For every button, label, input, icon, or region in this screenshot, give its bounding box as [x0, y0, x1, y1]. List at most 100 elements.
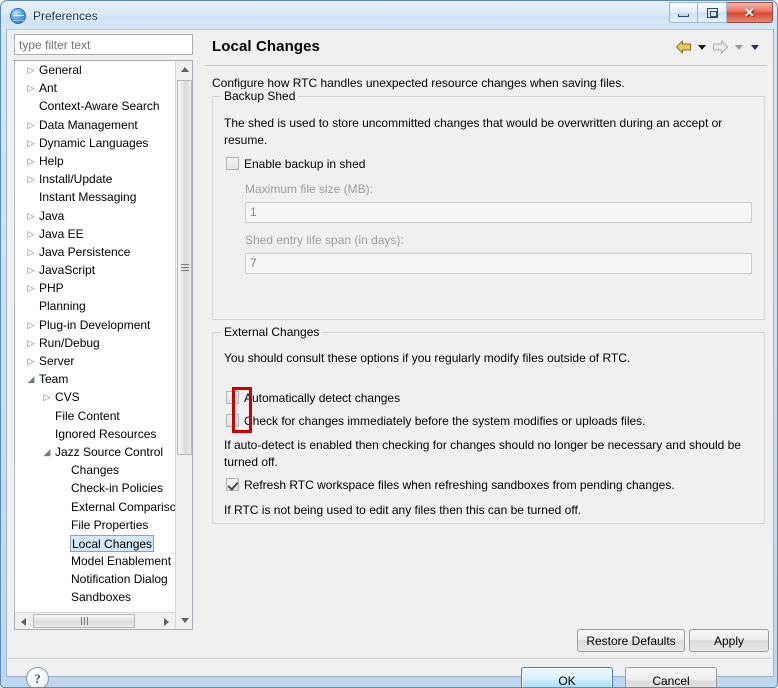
view-menu-icon[interactable] [751, 44, 759, 50]
life-span-input[interactable]: 7 [245, 253, 752, 274]
sidebar-item-javascript[interactable]: ▷ JavaScript [15, 261, 175, 279]
page-description: Configure how RTC handles unexpected res… [212, 76, 625, 90]
filter-input[interactable] [14, 34, 193, 55]
sidebar-item-instant-messaging[interactable]: Instant Messaging [15, 188, 175, 206]
sidebar-item-label: Plug-in Development [39, 317, 151, 332]
twisty-collapsed-icon[interactable]: ▷ [23, 116, 39, 134]
max-file-size-label: Maximum file size (MB): [245, 182, 374, 196]
sidebar-item-install-update[interactable]: ▷ Install/Update [15, 170, 175, 188]
tree-vertical-scrollbar[interactable] [175, 61, 192, 629]
cancel-button[interactable]: Cancel [625, 667, 717, 687]
minimize-button[interactable] [669, 2, 698, 23]
sidebar-item-php[interactable]: ▷ PHP [15, 279, 175, 297]
twisty-collapsed-icon[interactable]: ▷ [23, 134, 39, 152]
sidebar-item-notification-dialog[interactable]: Notification Dialog [15, 570, 175, 588]
sidebar-item-file-content[interactable]: File Content [15, 407, 175, 425]
sidebar-item-local-changes[interactable]: Local Changes [15, 534, 175, 552]
twisty-collapsed-icon[interactable]: ▷ [23, 243, 39, 261]
back-arrow-icon[interactable] [675, 40, 692, 54]
twisty-collapsed-icon[interactable]: ▷ [23, 316, 39, 334]
twisty-collapsed-icon[interactable]: ▷ [23, 279, 39, 297]
scroll-left-button[interactable] [15, 613, 32, 629]
sidebar-item-team[interactable]: ◢ Team [15, 370, 175, 388]
sidebar-item-label: PHP [39, 281, 64, 296]
twisty-collapsed-icon[interactable]: ▷ [23, 207, 39, 225]
close-icon: ✕ [744, 5, 755, 20]
scroll-down-button[interactable] [176, 612, 192, 629]
sidebar-item-java-ee[interactable]: ▷ Java EE [15, 225, 175, 243]
auto-detect-checkbox[interactable] [226, 391, 239, 404]
sidebar-item-general[interactable]: ▷ General [15, 61, 175, 79]
forward-arrow-icon [712, 40, 729, 54]
sidebar-item-external-comparison[interactable]: External Comparison [15, 498, 175, 516]
sidebar-item-check-in-policies[interactable]: Check-in Policies [15, 479, 175, 497]
enable-backup-checkbox-row[interactable]: Enable backup in shed [226, 157, 365, 171]
sidebar-item-sandboxes[interactable]: Sandboxes [15, 588, 175, 606]
help-button[interactable]: ? [26, 667, 49, 687]
sidebar-item-label: Ant [39, 81, 58, 96]
ok-button[interactable]: OK [521, 667, 613, 687]
sidebar-item-data-management[interactable]: ▷ Data Management [15, 116, 175, 134]
sidebar-item-server[interactable]: ▷ Server [15, 352, 175, 370]
sidebar-item-changes[interactable]: Changes [15, 461, 175, 479]
tree-horizontal-scrollbar[interactable] [15, 612, 175, 629]
twisty-collapsed-icon[interactable]: ▷ [23, 225, 39, 243]
sidebar-item-planning[interactable]: Planning [15, 297, 175, 315]
sidebar-item-run-debug[interactable]: ▷ Run/Debug [15, 334, 175, 352]
check-before-checkbox-row[interactable]: Check for changes immediately before the… [226, 414, 646, 428]
tree-hscroll-thumb[interactable] [33, 614, 135, 628]
sidebar-item-file-properties[interactable]: File Properties [15, 516, 175, 534]
refresh-workspace-checkbox[interactable] [226, 478, 239, 491]
scroll-up-button[interactable] [176, 61, 192, 78]
sidebar-item-cvs[interactable]: ▷ CVS [15, 388, 175, 406]
external-changes-description: You should consult these options if you … [224, 351, 631, 365]
twisty-collapsed-icon[interactable]: ▷ [23, 61, 39, 79]
refresh-workspace-checkbox-row[interactable]: Refresh RTC workspace files when refresh… [226, 478, 675, 492]
header-divider [205, 65, 767, 66]
preferences-window: Preferences ✕ ▷General▷AntContext-Aware … [0, 0, 778, 688]
sidebar-item-label: Model Enablement [71, 554, 172, 569]
restore-defaults-button[interactable]: Restore Defaults [577, 629, 685, 652]
sidebar-item-label: Ignored Resources [55, 426, 157, 441]
twisty-collapsed-icon[interactable]: ▷ [39, 388, 55, 406]
sidebar-item-label: Java [39, 208, 65, 223]
twisty-collapsed-icon[interactable]: ▷ [23, 79, 39, 97]
minimize-icon [678, 13, 689, 17]
twisty-collapsed-icon[interactable]: ▷ [23, 152, 39, 170]
twisty-collapsed-icon[interactable]: ▷ [23, 352, 39, 370]
tree-vscroll-thumb[interactable] [177, 80, 192, 455]
sidebar-item-ant[interactable]: ▷ Ant [15, 79, 175, 97]
twisty-collapsed-icon[interactable]: ▷ [23, 334, 39, 352]
twisty-expanded-icon[interactable]: ◢ [23, 370, 39, 388]
sidebar-item-plug-in-development[interactable]: ▷ Plug-in Development [15, 316, 175, 334]
sidebar-item-jazz-source-control[interactable]: ◢ Jazz Source Control [15, 443, 175, 461]
scroll-right-button[interactable] [158, 613, 175, 629]
twisty-expanded-icon[interactable]: ◢ [39, 443, 55, 461]
sidebar-item-context-aware-search[interactable]: Context-Aware Search [15, 97, 175, 115]
close-button[interactable]: ✕ [727, 2, 773, 23]
check-before-label: Check for changes immediately before the… [244, 414, 646, 428]
auto-detect-checkbox-row[interactable]: Automatically detect changes [226, 391, 400, 405]
twisty-collapsed-icon[interactable]: ▷ [23, 261, 39, 279]
check-before-checkbox[interactable] [226, 414, 239, 427]
triangle-right-icon [164, 617, 169, 626]
sidebar-item-help[interactable]: ▷ Help [15, 152, 175, 170]
sidebar-item-label: Run/Debug [39, 335, 100, 350]
globe-icon [10, 8, 26, 24]
sidebar-item-dynamic-languages[interactable]: ▷ Dynamic Languages [15, 134, 175, 152]
sidebar-item-java-persistence[interactable]: ▷ Java Persistence [15, 243, 175, 261]
sidebar-item-model-enablement[interactable]: Model Enablement [15, 552, 175, 570]
sidebar-item-models[interactable]: Models [15, 607, 175, 610]
enable-backup-checkbox[interactable] [226, 157, 239, 170]
window-controls: ✕ [669, 2, 773, 23]
max-file-size-input[interactable]: 1 [245, 202, 752, 223]
maximize-button[interactable] [698, 2, 727, 23]
sidebar-item-java[interactable]: ▷ Java [15, 207, 175, 225]
sidebar-item-ignored-resources[interactable]: Ignored Resources [15, 425, 175, 443]
refresh-note: If RTC is not being used to edit any fil… [224, 503, 582, 517]
twisty-collapsed-icon[interactable]: ▷ [23, 170, 39, 188]
apply-button[interactable]: Apply [689, 629, 769, 652]
preferences-tree[interactable]: ▷ General ▷ Ant Context-Aware Search ▷ Data Ma… [14, 60, 193, 630]
page-nav-toolbar [675, 40, 761, 54]
back-dropdown-icon[interactable] [698, 44, 706, 50]
